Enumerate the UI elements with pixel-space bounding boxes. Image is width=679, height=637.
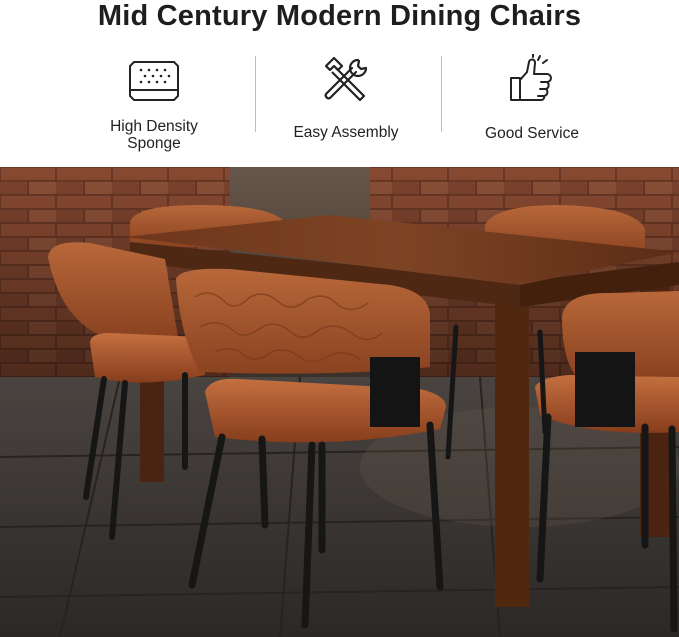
sponge-mattress-icon <box>126 56 182 107</box>
feature-easy-assembly: Easy Assembly <box>261 52 431 162</box>
product-photo <box>0 167 679 637</box>
thumbs-up-icon <box>507 53 557 109</box>
feature-high-density-sponge: High Density Sponge <box>69 52 239 162</box>
feature-divider <box>441 56 442 132</box>
feature-label: High Density Sponge <box>110 118 198 152</box>
feature-label: Easy Assembly <box>293 124 399 141</box>
feature-divider <box>255 56 256 132</box>
wrench-hammer-icon <box>320 54 372 111</box>
feature-label: Good Service <box>485 125 579 142</box>
feature-row: High Density Sponge Easy Assembly Good S… <box>0 52 679 167</box>
page-title: Mid Century Modern Dining Chairs <box>97 0 582 32</box>
feature-good-service: Good Service <box>447 52 617 162</box>
